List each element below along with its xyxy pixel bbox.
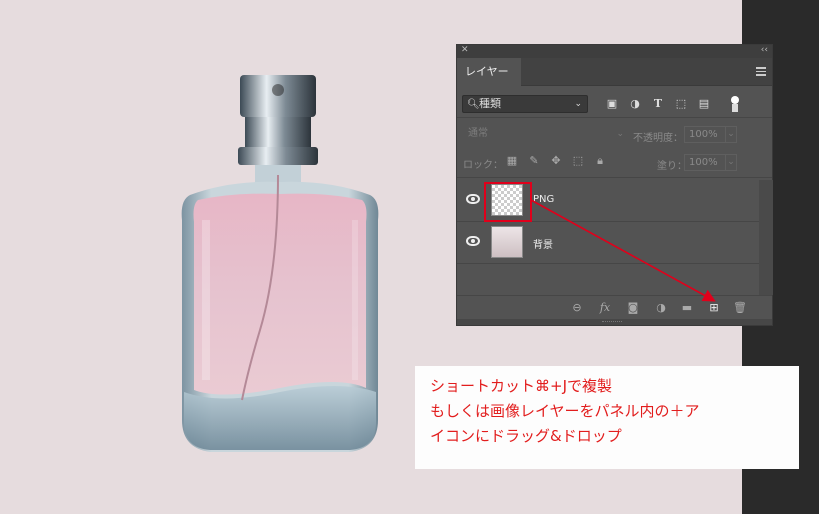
link-icon[interactable]: ⊖ (570, 301, 584, 315)
lock-artboard-icon[interactable]: ⬚ (571, 154, 585, 168)
visibility-eye-icon[interactable] (466, 236, 480, 246)
image-filter-icon[interactable]: ▣ (605, 97, 619, 111)
filter-toggle-icon[interactable] (731, 96, 739, 112)
fill-dropdown-icon[interactable]: ⌄ (725, 154, 737, 171)
fill-input[interactable]: 100% (684, 154, 726, 171)
lock-all-icon[interactable]: 🔒︎ (593, 154, 607, 168)
blend-mode-value: 通常 (468, 128, 488, 139)
blend-row: 通常 ⌄ 不透明度： 100% ⌄ (457, 121, 772, 147)
panel-titlebar: ✕ ‹‹ (457, 45, 772, 58)
lock-label: ロック： (463, 160, 503, 171)
divider (457, 117, 772, 118)
layer-thumbnail (491, 226, 523, 258)
new-layer-icon[interactable]: ⊞ (707, 301, 721, 315)
mask-icon[interactable]: ◙ (626, 301, 640, 315)
smartobject-filter-icon[interactable]: ▤ (697, 97, 711, 111)
adjustment-filter-icon[interactable]: ◑ (628, 97, 642, 111)
kind-filter-label: 種類 (479, 97, 501, 110)
fill-label: 塗り： (657, 161, 687, 172)
adjustment-icon[interactable]: ◑ (654, 301, 668, 315)
lock-position-icon[interactable]: ✥ (549, 154, 563, 168)
layers-list: PNG 背景 (457, 180, 759, 265)
note-line-3: イコンにドラッグ&ドロップ (430, 427, 622, 445)
layers-panel: ✕ ‹‹ レイヤー 🔍︎ 種類 ⌄ ▣ ◑ T ⬚ ▤ 通常 ⌄ 不透明度： 1… (456, 44, 773, 326)
chevron-down-icon: ⌄ (574, 99, 582, 109)
panel-footer: ⊖ fx ◙ ◑ ▬ ⊞ 🗑︎ (457, 295, 772, 319)
instruction-note: ショートカット⌘+Jで複製 もしくは画像レイヤーをパネル内の＋ア イコンにドラッ… (415, 366, 799, 469)
layer-row[interactable]: 背景 (457, 222, 759, 264)
trash-icon[interactable]: 🗑︎ (733, 301, 747, 315)
panel-resize-grip[interactable] (457, 319, 772, 325)
layers-scrollbar[interactable] (759, 180, 773, 295)
opacity-label: 不透明度： (633, 133, 683, 144)
lock-row: ロック： ▦ ✎ ✥ ⬚ 🔒︎ 塗り： 100% ⌄ (457, 151, 772, 175)
lock-paint-icon[interactable]: ✎ (527, 154, 541, 168)
folder-icon[interactable]: ▬ (680, 301, 694, 315)
shape-filter-icon[interactable]: ⬚ (674, 97, 688, 111)
collapse-panel-icon[interactable]: ‹‹ (761, 45, 768, 55)
visibility-eye-icon[interactable] (466, 194, 480, 204)
layer-name: 背景 (533, 240, 553, 251)
tab-layers[interactable]: レイヤー (457, 58, 521, 86)
close-panel-icon[interactable]: ✕ (461, 45, 469, 55)
blend-mode-select[interactable]: 通常 ⌄ (462, 125, 632, 143)
chevron-down-icon: ⌄ (616, 129, 624, 139)
note-line-1: ショートカット⌘+Jで複製 (430, 377, 612, 395)
type-filter-icon[interactable]: T (651, 97, 665, 111)
perfume-bottle-image (181, 75, 379, 452)
layer-name: PNG (533, 194, 555, 205)
fx-icon[interactable]: fx (598, 301, 612, 315)
layers-empty-area (457, 265, 759, 295)
panel-menu-icon[interactable] (756, 67, 766, 76)
layer-row[interactable]: PNG (457, 180, 759, 222)
kind-filter-select[interactable]: 🔍︎ 種類 ⌄ (462, 95, 588, 113)
search-icon: 🔍︎ (467, 99, 480, 110)
annotation-highlight-box (484, 182, 532, 222)
filter-row: 🔍︎ 種類 ⌄ ▣ ◑ T ⬚ ▤ (457, 91, 772, 115)
note-line-2: もしくは画像レイヤーをパネル内の＋ア (430, 402, 700, 420)
panel-tabbar: レイヤー (457, 58, 772, 86)
opacity-dropdown-icon[interactable]: ⌄ (725, 126, 737, 143)
opacity-input[interactable]: 100% (684, 126, 726, 143)
divider (457, 177, 772, 178)
lock-transparency-icon[interactable]: ▦ (505, 154, 519, 168)
